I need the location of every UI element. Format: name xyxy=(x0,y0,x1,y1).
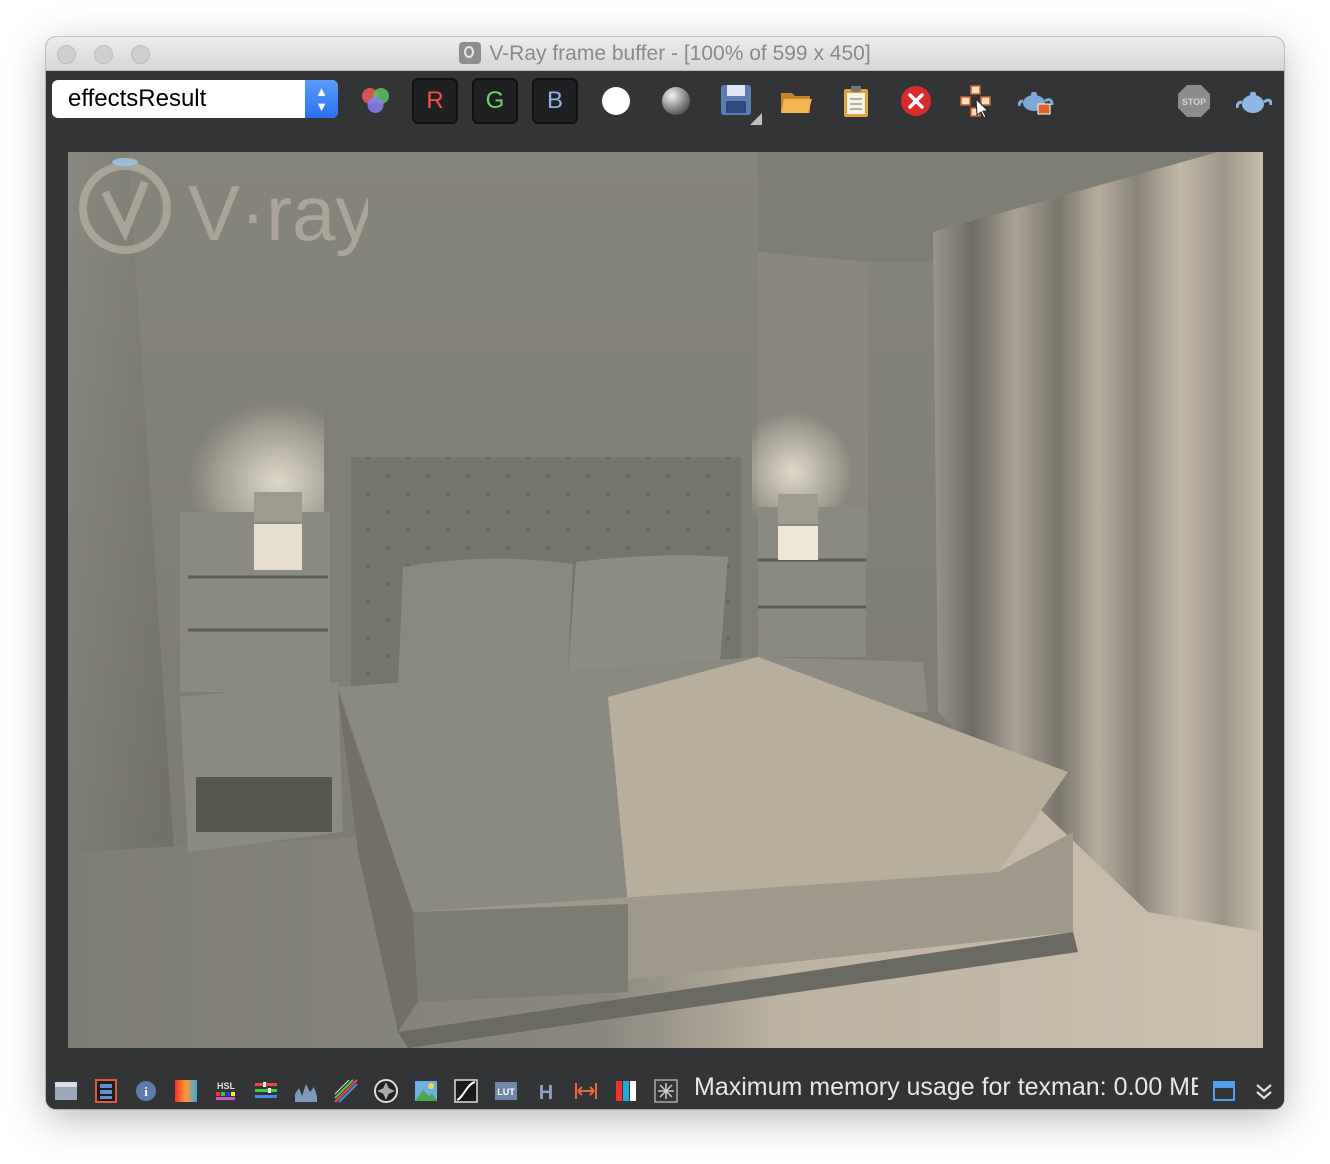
bedroom-render xyxy=(68,152,1263,1048)
render-image[interactable]: V·ray xyxy=(68,152,1263,1048)
levels-icon[interactable] xyxy=(253,1078,279,1104)
chevron-down-double-icon[interactable] xyxy=(1251,1078,1277,1104)
chevron-updown-icon[interactable]: ▲ ▼ xyxy=(305,80,338,118)
teapot-icon[interactable] xyxy=(1236,83,1272,119)
expand-horizontal-icon[interactable] xyxy=(573,1078,599,1104)
region-render-icon[interactable] xyxy=(958,83,994,119)
gray-sphere-icon[interactable] xyxy=(658,83,694,119)
window-title: V-Ray frame buffer - [100% of 599 x 450] xyxy=(46,42,1284,66)
color-bars-icon[interactable] xyxy=(613,1078,639,1104)
rgb-channels-icon[interactable] xyxy=(358,83,394,119)
hsl-icon[interactable]: HSL xyxy=(213,1078,239,1104)
blue-channel-button[interactable]: B xyxy=(532,78,578,124)
info-icon[interactable]: i xyxy=(133,1078,159,1104)
svg-text:HSL: HSL xyxy=(217,1081,236,1091)
image-area[interactable]: V·ray xyxy=(46,129,1284,1064)
sparkle-icon[interactable] xyxy=(653,1078,679,1104)
lut-icon[interactable]: LUT xyxy=(493,1078,519,1104)
photo-icon[interactable] xyxy=(413,1078,439,1104)
svg-text:LUT: LUT xyxy=(497,1087,515,1097)
window-icon[interactable] xyxy=(53,1078,79,1104)
vfb-window: V-Ray frame buffer - [100% of 599 x 450]… xyxy=(46,37,1284,1109)
aperture-icon[interactable] xyxy=(373,1078,399,1104)
curves-lines-icon[interactable] xyxy=(333,1078,359,1104)
stop-icon[interactable]: STOP xyxy=(1176,83,1212,119)
clipboard-icon[interactable] xyxy=(838,83,874,119)
film-strip-icon[interactable] xyxy=(93,1078,119,1104)
color-gradient-icon[interactable] xyxy=(173,1078,199,1104)
svg-text:i: i xyxy=(144,1084,148,1099)
red-channel-button[interactable]: R xyxy=(412,78,458,124)
vray-watermark-text: V·ray xyxy=(188,169,368,257)
channel-select-value: effectsResult xyxy=(68,85,207,112)
panel-toggle-icon[interactable] xyxy=(1211,1078,1237,1104)
title-bar[interactable]: V-Ray frame buffer - [100% of 599 x 450] xyxy=(46,37,1284,71)
folder-open-icon[interactable] xyxy=(778,83,814,119)
green-channel-button[interactable]: G xyxy=(472,78,518,124)
channel-select[interactable]: effectsResult ▲ ▼ xyxy=(52,80,338,118)
status-text: Maximum memory usage for texman: 0.00 MB xyxy=(694,1073,1198,1101)
window-title-text: V-Ray frame buffer - [100% of 599 x 450] xyxy=(489,42,871,65)
curve-icon[interactable] xyxy=(453,1078,479,1104)
white-circle-icon[interactable] xyxy=(598,83,634,119)
toolbar: effectsResult ▲ ▼ R G B STOP xyxy=(46,71,1284,129)
save-icon[interactable] xyxy=(718,81,762,125)
svg-text:H: H xyxy=(539,1082,553,1104)
status-bar: i HSL LUT H Maximum memory usage for tex… xyxy=(46,1070,1284,1109)
render-teapot-icon[interactable] xyxy=(1018,83,1054,119)
histogram-icon[interactable] xyxy=(293,1078,319,1104)
clear-icon[interactable] xyxy=(898,83,934,119)
vray-logo-icon xyxy=(459,42,482,64)
h-icon[interactable]: H xyxy=(533,1078,559,1104)
svg-text:STOP: STOP xyxy=(1182,97,1206,107)
